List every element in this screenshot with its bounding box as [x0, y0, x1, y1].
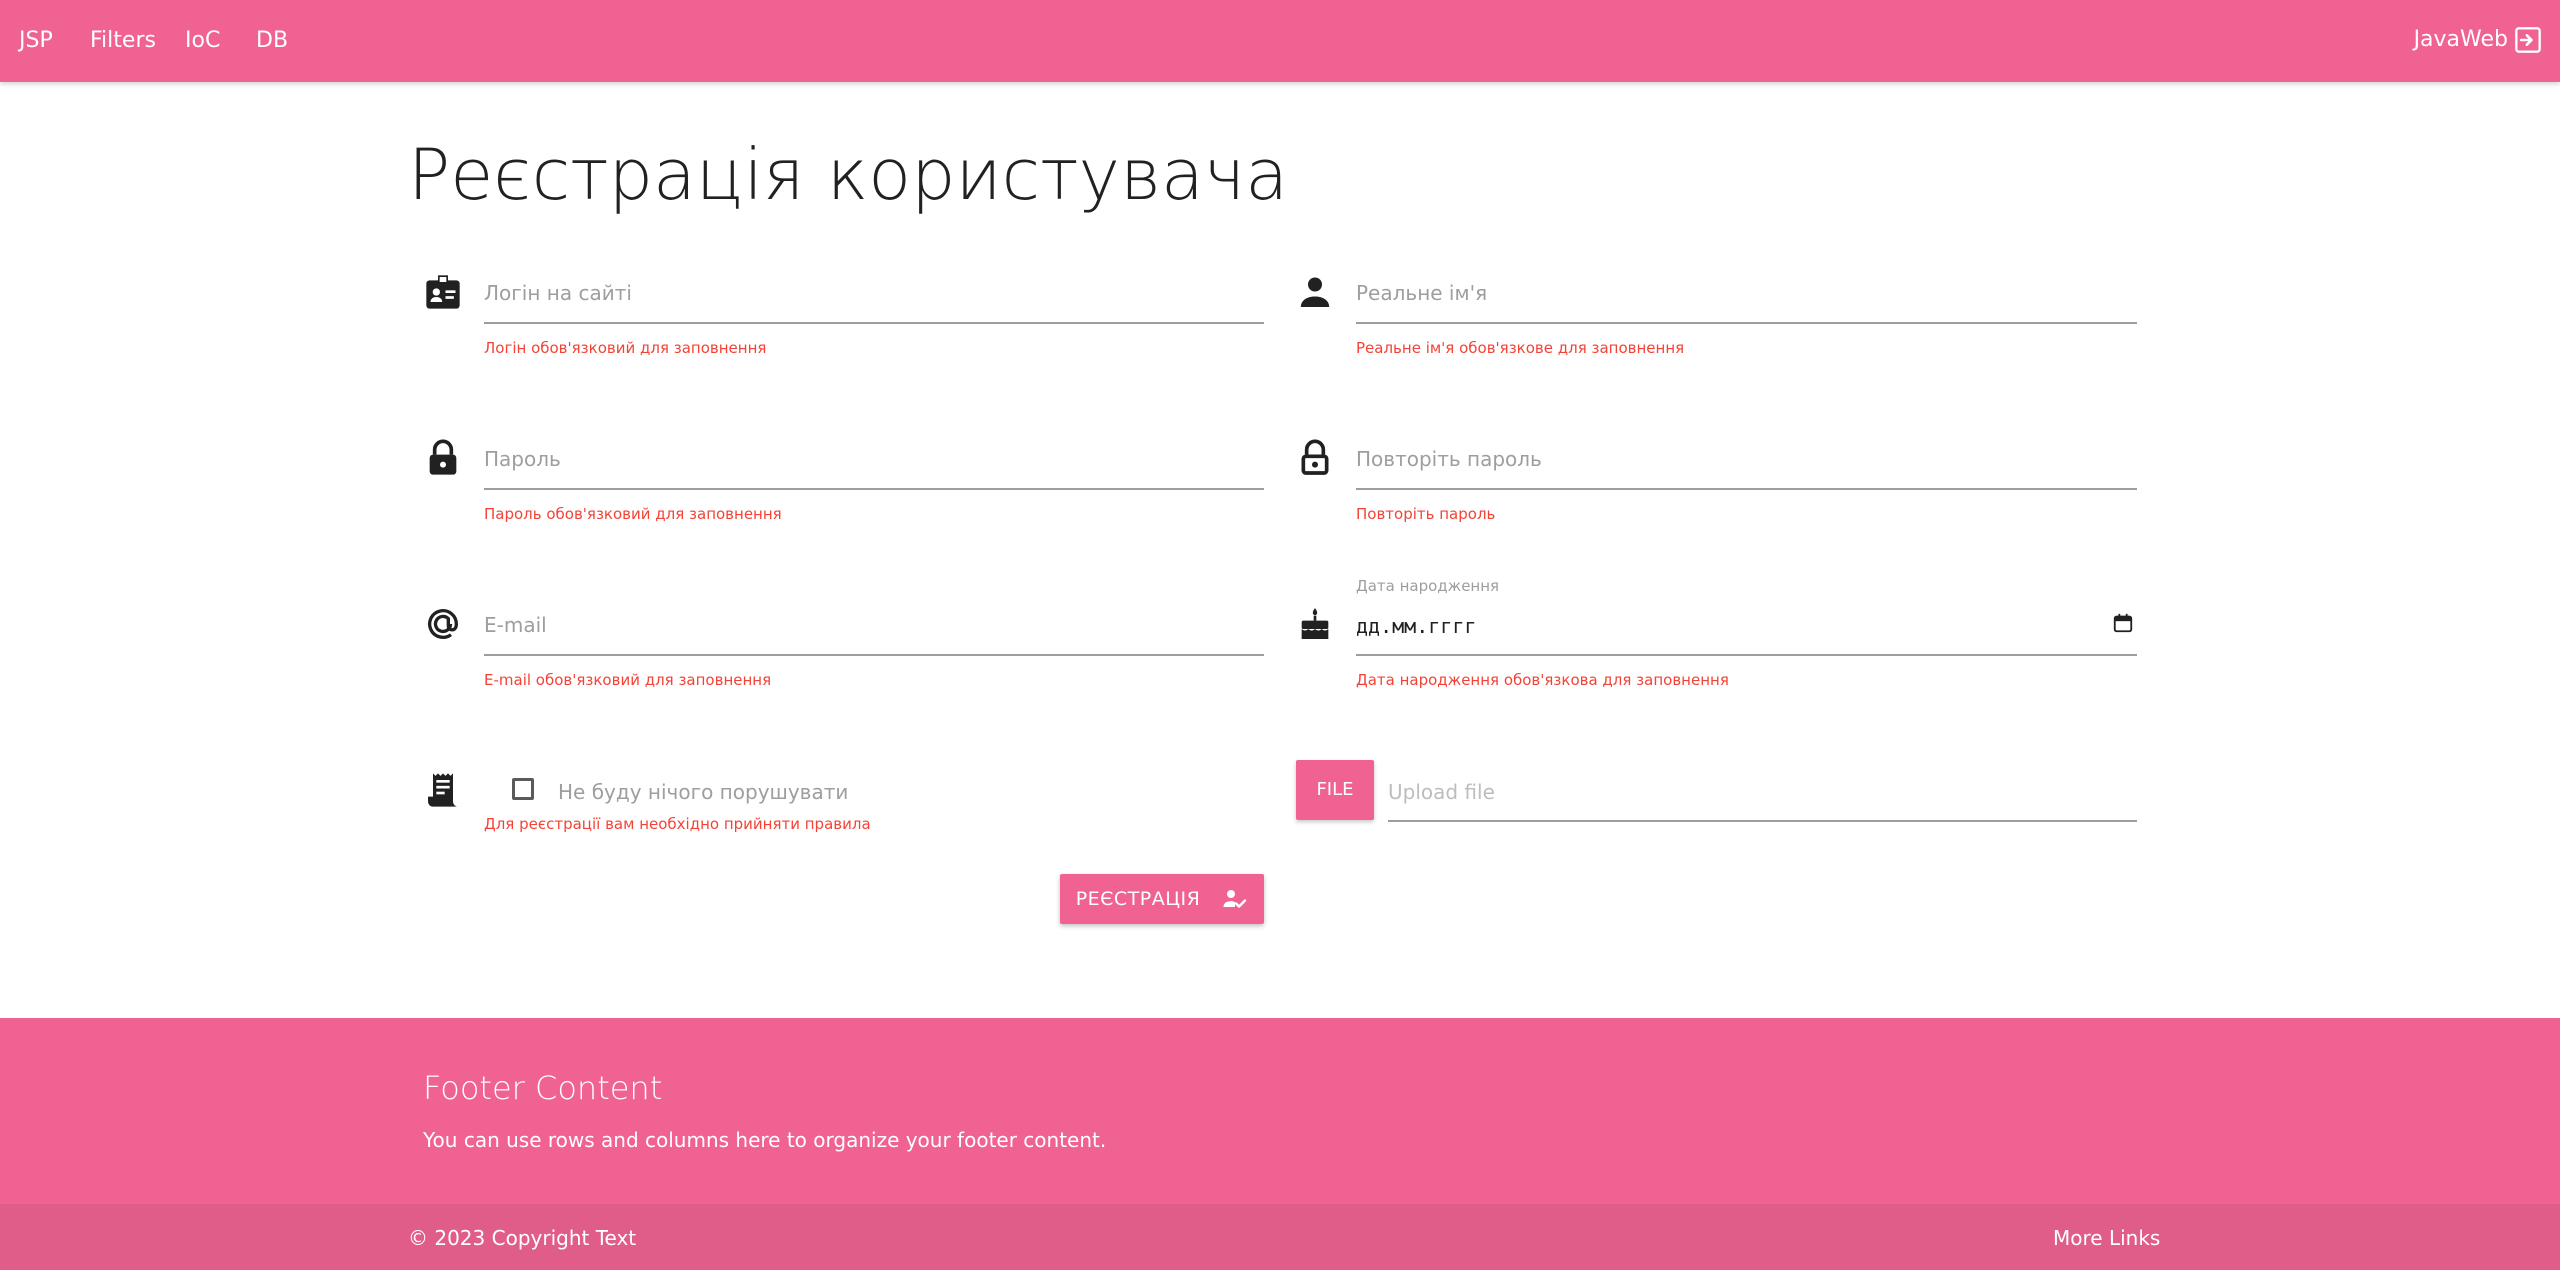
real-name-error: Реальне ім'я обов'язкове для заповнення: [1356, 339, 1685, 357]
sign-in-icon: [2515, 27, 2541, 53]
copyright-text: © 2023 Copyright Text: [408, 1226, 637, 1250]
email-input[interactable]: E-mail: [484, 612, 547, 638]
footer-title: Footer Content: [423, 1069, 663, 1107]
person-icon: [1300, 277, 1330, 307]
receipt-icon: [428, 773, 458, 807]
file-path-underline: [1388, 820, 2137, 822]
birthdate-error: Дата народження обов'язкова для заповнен…: [1356, 671, 1729, 689]
person-check-icon: [1223, 890, 1247, 908]
email-input-underline: [484, 654, 1264, 656]
repeat-password-input[interactable]: Повторіть пароль: [1356, 446, 1542, 472]
nav-link-filters[interactable]: Filters: [90, 27, 156, 55]
nav-link-ioc[interactable]: IoC: [185, 27, 220, 55]
nav-link-jsp[interactable]: JSP: [19, 27, 53, 55]
real-name-input-underline: [1356, 322, 2137, 324]
more-links-link[interactable]: More Links: [2053, 1225, 2160, 1251]
real-name-input[interactable]: Реальне ім'я: [1356, 280, 1487, 306]
footer-text: You can use rows and columns here to org…: [423, 1128, 1107, 1152]
badge-icon: [426, 275, 460, 309]
repeat-password-error: Повторіть пароль: [1356, 505, 1496, 523]
file-path-input[interactable]: Upload file: [1388, 779, 1495, 805]
birthdate-label: Дата народження: [1356, 577, 1500, 595]
birthdate-input-underline: [1356, 654, 2137, 656]
email-error: E-mail обов'язковий для заповнення: [484, 671, 772, 689]
rules-checkbox[interactable]: [512, 778, 534, 800]
password-input[interactable]: Пароль: [484, 446, 561, 472]
navbar: JSP Filters IoC DB JavaWeb: [0, 0, 2560, 82]
lock-open-icon: [1301, 439, 1329, 475]
password-error: Пароль обов'язковий для заповнення: [484, 505, 782, 523]
rules-error: Для реєстрації вам необхідно прийняти пр…: [484, 815, 871, 833]
page-title: Реєстрація користувача: [408, 134, 1289, 216]
at-icon: [428, 609, 459, 639]
brand-link[interactable]: JavaWeb: [2414, 22, 2542, 58]
footer-copyright-bar: [0, 1204, 2560, 1270]
file-button[interactable]: FILE: [1296, 760, 1374, 820]
login-error: Логін обов'язковий для заповнення: [484, 339, 767, 357]
nav-link-db[interactable]: DB: [256, 27, 288, 55]
rules-checkbox-label[interactable]: Не буду нічого порушувати: [558, 779, 848, 805]
birthdate-input[interactable]: дд.мм.гггг: [1356, 613, 1476, 639]
login-input-underline: [484, 322, 1264, 324]
footer: [0, 1018, 2560, 1204]
lock-icon: [429, 439, 457, 475]
brand-label: JavaWeb: [2413, 27, 2508, 52]
repeat-password-input-underline: [1356, 488, 2137, 490]
password-input-underline: [484, 488, 1264, 490]
login-input[interactable]: Логін на сайті: [484, 280, 632, 306]
register-button-label: РЕЄСТРАЦІЯ: [1075, 888, 1201, 910]
cake-icon: [1301, 608, 1329, 639]
register-button[interactable]: РЕЄСТРАЦІЯ: [1060, 874, 1264, 924]
calendar-icon[interactable]: [2112, 612, 2134, 634]
